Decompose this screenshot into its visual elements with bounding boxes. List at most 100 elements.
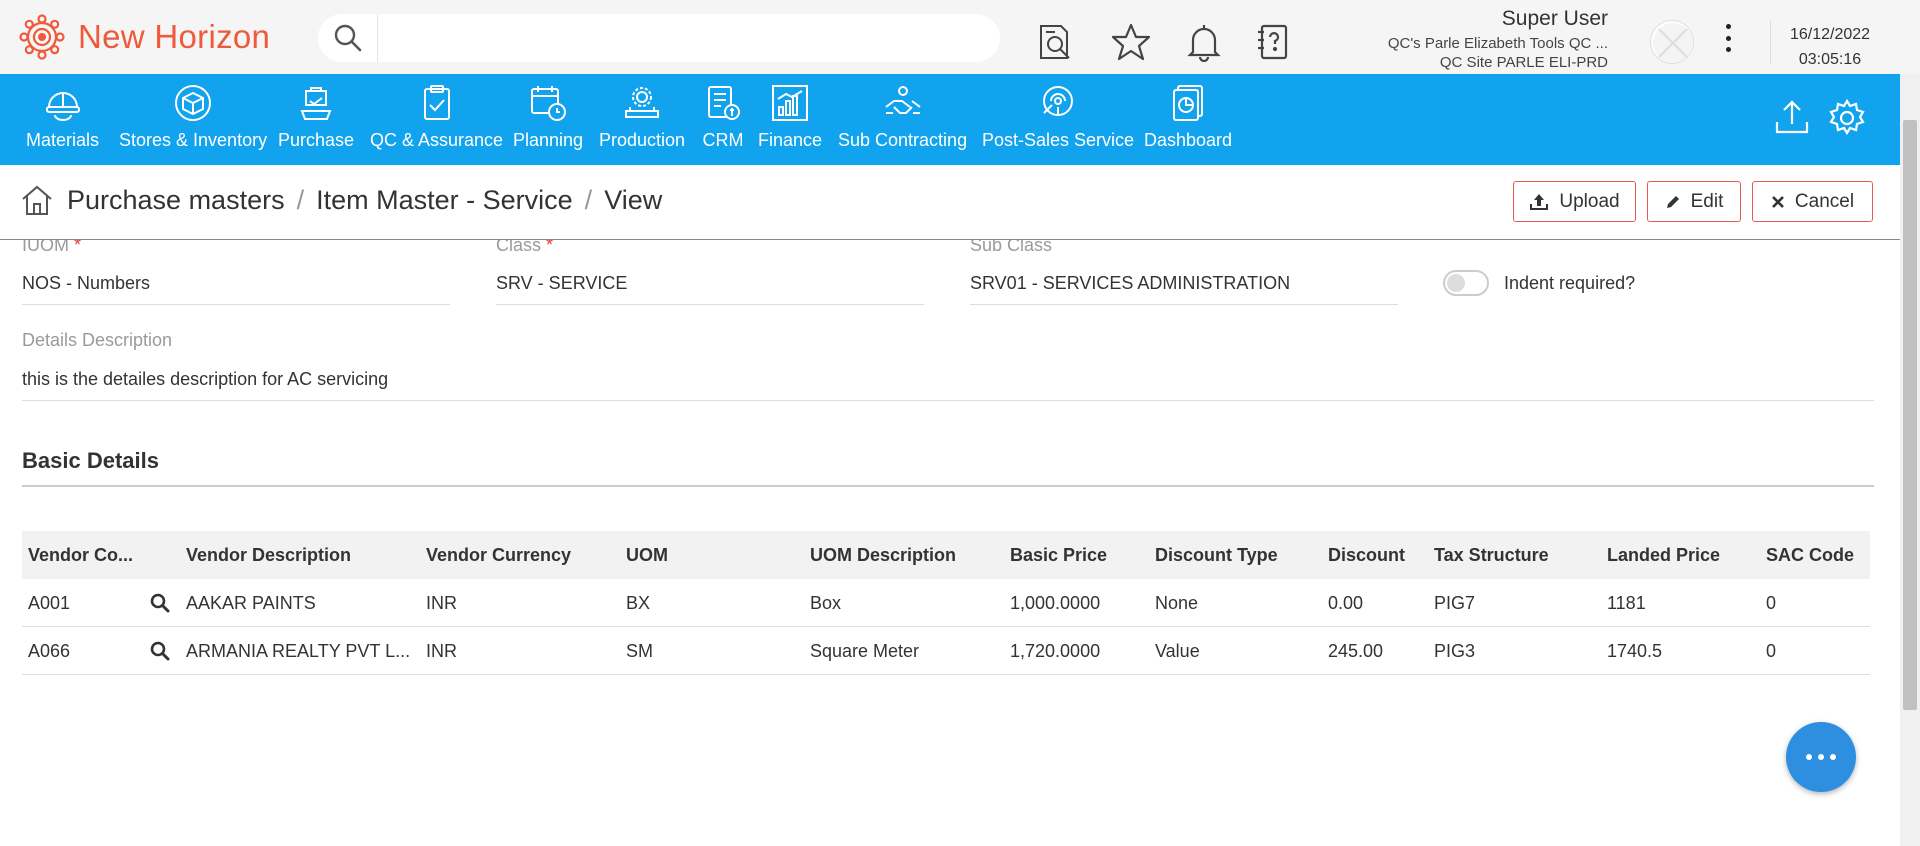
clipboard-check-icon — [416, 82, 458, 124]
dashboard-icon — [1167, 82, 1209, 124]
nav-sub-contracting[interactable]: Sub Contracting — [838, 82, 967, 151]
col-uom-description[interactable]: UOM Description — [810, 531, 1000, 579]
sub-class-label: Sub Class — [970, 240, 1053, 255]
col-uom[interactable]: UOM — [626, 531, 806, 579]
user-info: Super User QC's Parle Elizabeth Tools QC… — [1388, 7, 1608, 71]
basic-details-title: Basic Details — [22, 448, 159, 473]
box-icon — [172, 82, 214, 124]
app-title: New Horizon — [78, 18, 271, 55]
global-search — [318, 14, 1000, 62]
favorites-star-icon[interactable] — [1109, 20, 1153, 64]
cell-sac-code: 0 — [1766, 641, 1777, 661]
nav-finance[interactable]: Finance — [758, 82, 822, 151]
cell-uom: BX — [626, 593, 651, 613]
upload-icon — [1530, 193, 1549, 210]
col-landed-price[interactable]: Landed Price — [1607, 531, 1757, 579]
cell-sac-code: 0 — [1766, 593, 1777, 613]
cell-uom: SM — [626, 641, 653, 661]
cell-discount: 0.00 — [1328, 593, 1364, 613]
indent-required-toggle[interactable] — [1443, 270, 1489, 296]
col-vendor-code[interactable]: Vendor Co... — [28, 531, 138, 579]
module-nav: Materials Stores & Inventory Purchase QC… — [0, 74, 1900, 165]
details-description-underline — [22, 400, 1874, 401]
bar-chart-icon — [769, 82, 811, 124]
col-vendor-description[interactable]: Vendor Description — [186, 531, 416, 579]
cell-discount-type: Value — [1155, 641, 1200, 661]
current-time: 03:05:16 — [1798, 51, 1862, 68]
nav-production[interactable]: Production — [599, 82, 685, 151]
col-discount-type[interactable]: Discount Type — [1155, 531, 1320, 579]
helmet-icon — [42, 82, 84, 124]
breadcrumb-purchase-masters[interactable]: Purchase masters — [67, 185, 285, 216]
gear-logo-icon — [19, 14, 65, 60]
section-divider — [22, 485, 1874, 487]
app-logo[interactable]: New Horizon — [18, 13, 270, 61]
sub-class-underline — [970, 304, 1398, 305]
document-search-icon[interactable] — [1033, 20, 1077, 64]
home-icon[interactable] — [20, 183, 54, 217]
nav-dashboard[interactable]: Dashboard — [1144, 82, 1232, 151]
breadcrumb-view: View — [604, 185, 663, 215]
help-book-icon[interactable] — [1251, 20, 1295, 64]
cell-vendor-code: A001 — [28, 593, 71, 613]
top-header: New Horizon Super User QC's Parle Elizab… — [0, 0, 1920, 74]
cancel-button[interactable]: Cancel — [1752, 181, 1873, 222]
crm-icon — [702, 82, 744, 124]
details-description-label: Details Description — [22, 330, 173, 350]
search-input[interactable] — [384, 15, 1000, 61]
col-tax-structure[interactable]: Tax Structure — [1434, 531, 1599, 579]
calendar-clock-icon — [527, 82, 569, 124]
cell-discount-type: None — [1155, 593, 1199, 613]
edit-button[interactable]: Edit — [1647, 181, 1741, 222]
cell-vendor-currency: INR — [426, 593, 457, 613]
breadcrumb-item-master-service[interactable]: Item Master - Service — [316, 185, 573, 216]
col-sac-code[interactable]: SAC Code — [1766, 531, 1866, 579]
factory-gear-icon — [621, 82, 663, 124]
handshake-icon — [882, 82, 924, 124]
cell-discount: 245.00 — [1328, 641, 1384, 661]
vendor-lookup-search-icon[interactable] — [150, 641, 170, 661]
col-discount[interactable]: Discount — [1328, 531, 1428, 579]
close-icon — [1772, 195, 1784, 208]
cart-icon — [295, 82, 337, 124]
chat-dots-icon — [1806, 754, 1836, 760]
more-menu-icon[interactable] — [1718, 22, 1738, 54]
col-vendor-currency[interactable]: Vendor Currency — [426, 531, 616, 579]
table-row[interactable]: A066 ARMANIA REALTY PVT L... INR SM Squa… — [22, 627, 1870, 675]
cell-uom-description: Box — [810, 593, 842, 613]
class-value: SRV - SERVICE — [496, 273, 628, 293]
upload-button[interactable]: Upload — [1513, 181, 1636, 222]
details-description-value: this is the detailes description for AC … — [22, 369, 389, 389]
chat-button[interactable] — [1786, 722, 1856, 792]
nav-purchase[interactable]: Purchase — [278, 82, 354, 151]
nav-materials[interactable]: Materials — [26, 82, 99, 151]
cell-uom-description: Square Meter — [810, 641, 920, 661]
cell-vendor-currency: INR — [426, 641, 457, 661]
vendor-lookup-search-icon[interactable] — [150, 593, 170, 613]
uom-label: IUOM * — [22, 240, 82, 255]
item-view-form: IUOM * NOS - Numbers Class * SRV - SERVI… — [0, 240, 1900, 846]
avatar[interactable] — [1650, 20, 1694, 64]
date-time: 16/12/2022 03:05:16 — [1780, 22, 1880, 72]
table-row[interactable]: A001 AAKAR PAINTS INR BX Box 1,000.0000 … — [22, 579, 1870, 627]
uom-underline — [22, 304, 450, 305]
service-icon — [1037, 82, 1079, 124]
settings-gear-icon[interactable] — [1825, 96, 1869, 140]
cell-landed-price: 1181 — [1607, 593, 1646, 613]
nav-crm[interactable]: CRM — [702, 82, 744, 151]
cell-tax-structure: PIG3 — [1434, 641, 1476, 661]
user-site: QC Site PARLE ELI-PRD — [1439, 54, 1608, 71]
nav-post-sales-service[interactable]: Post-Sales Service — [982, 82, 1134, 151]
notifications-bell-icon[interactable] — [1182, 20, 1226, 64]
scrollbar-thumb[interactable] — [1903, 120, 1917, 710]
nav-planning[interactable]: Planning — [513, 82, 583, 151]
uom-value: NOS - Numbers — [22, 273, 151, 293]
breadcrumb-bar: Purchase masters / Item Master - Service… — [0, 165, 1900, 240]
nav-stores-inventory[interactable]: Stores & Inventory — [119, 82, 267, 151]
col-basic-price[interactable]: Basic Price — [1010, 531, 1150, 579]
nav-qc-assurance[interactable]: QC & Assurance — [370, 82, 503, 151]
export-upload-icon[interactable] — [1770, 96, 1814, 140]
search-icon[interactable] — [318, 14, 378, 62]
avatar-placeholder-icon — [1653, 23, 1693, 63]
cell-vendor-code: A066 — [28, 641, 71, 661]
